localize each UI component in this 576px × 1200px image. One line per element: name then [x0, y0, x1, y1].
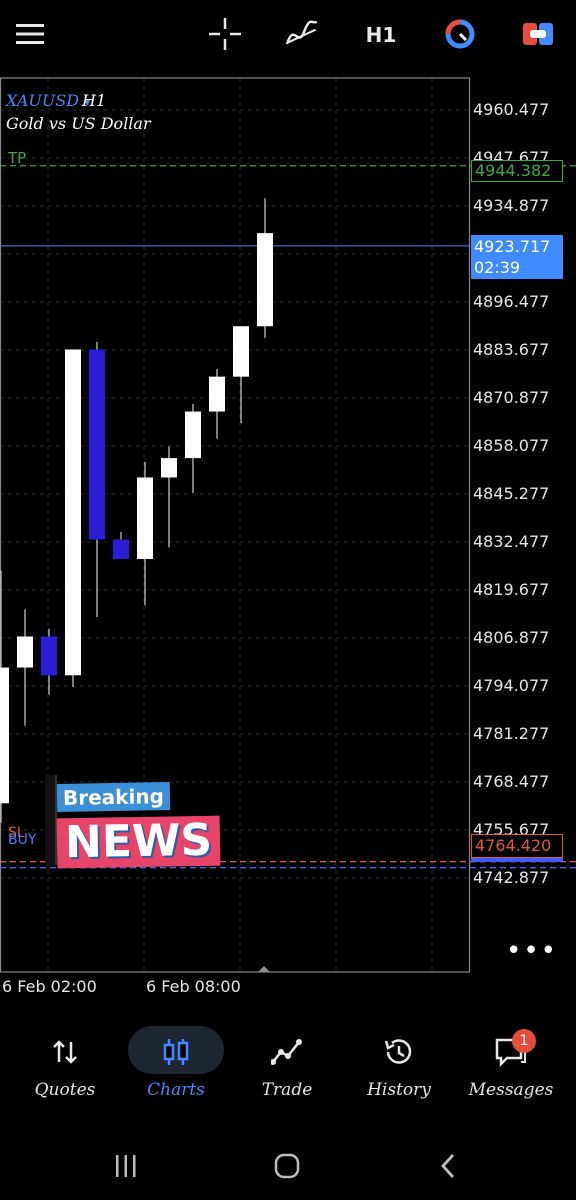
time-label: 6 Feb 08:00 — [146, 977, 241, 996]
bottom-navigation: Quotes Charts Trade History Messages — [0, 1018, 576, 1118]
symbol-selector[interactable]: XAUUSD ▾ — [6, 91, 90, 110]
candle-body — [0, 667, 9, 804]
system-navigation — [0, 1130, 576, 1200]
candle-body — [89, 349, 105, 540]
trade-line-icon — [267, 1032, 307, 1072]
chart-timeframe-label: H1 — [82, 91, 107, 110]
sl-price-tag[interactable]: 4764.420 — [471, 834, 563, 858]
breaking-news-overlay: Breaking NEWS — [45, 775, 225, 875]
candle-body — [137, 477, 153, 559]
symbol-description: Gold vs US Dollar — [6, 114, 151, 133]
news-breaking-text: Breaking — [56, 782, 171, 812]
candle-body — [17, 636, 33, 668]
price-axis-label: 4896.477 — [473, 292, 550, 311]
charts-candles-icon — [156, 1032, 196, 1072]
quotes-arrows-icon — [45, 1032, 85, 1072]
current-price: 4923.717 — [474, 237, 551, 256]
price-axis-label: 4883.677 — [473, 340, 550, 359]
candle-body — [209, 376, 225, 412]
buy-price-tag — [471, 858, 563, 862]
price-axis-label: 4781.277 — [473, 724, 550, 743]
recents-icon[interactable] — [106, 1148, 146, 1184]
price-axis-label: 4794.077 — [473, 676, 550, 695]
nav-trade[interactable]: Trade — [232, 1018, 342, 1118]
price-axis-label: 4858.077 — [473, 436, 550, 455]
nav-history[interactable]: History — [344, 1018, 454, 1118]
current-price-tag: 4923.717 02:39 — [471, 235, 563, 279]
candle-body — [257, 233, 273, 327]
time-label: 6 Feb 02:00 — [2, 977, 97, 996]
price-axis-label: 4819.677 — [473, 580, 550, 599]
price-axis-label: 4934.877 — [473, 196, 550, 215]
candle-body — [41, 636, 57, 676]
candle-body — [233, 326, 249, 377]
price-axis-label: 4806.877 — [473, 628, 550, 647]
buy-line-label: BUY — [8, 832, 37, 848]
back-icon[interactable] — [428, 1148, 468, 1184]
news-pole — [45, 775, 57, 865]
more-options-icon[interactable]: ••• — [506, 936, 558, 966]
tp-line-label: TP — [8, 149, 27, 167]
candle-body — [185, 411, 201, 459]
nav-charts[interactable]: Charts — [121, 1018, 231, 1118]
price-axis-label: 4870.877 — [473, 388, 550, 407]
home-icon[interactable] — [267, 1148, 307, 1184]
price-axis-label: 4832.477 — [473, 532, 550, 551]
bar-countdown: 02:39 — [474, 258, 521, 277]
price-axis-label: 4845.277 — [473, 484, 550, 503]
price-axis-label: 4960.477 — [473, 100, 550, 119]
news-title-text: NEWS — [56, 815, 221, 869]
price-axis-label: 4768.477 — [473, 772, 550, 791]
scroll-marker — [258, 966, 270, 972]
price-axis-label: 4742.877 — [473, 868, 550, 887]
nav-messages[interactable]: Messages — [456, 1018, 566, 1118]
history-clock-icon — [379, 1032, 419, 1072]
messages-badge: 1 — [512, 1029, 536, 1053]
candle-body — [65, 349, 81, 676]
nav-quotes[interactable]: Quotes — [10, 1018, 120, 1118]
candle-body — [113, 539, 129, 559]
tp-price-tag[interactable]: 4944.382 — [471, 160, 563, 182]
candle-body — [161, 458, 177, 478]
